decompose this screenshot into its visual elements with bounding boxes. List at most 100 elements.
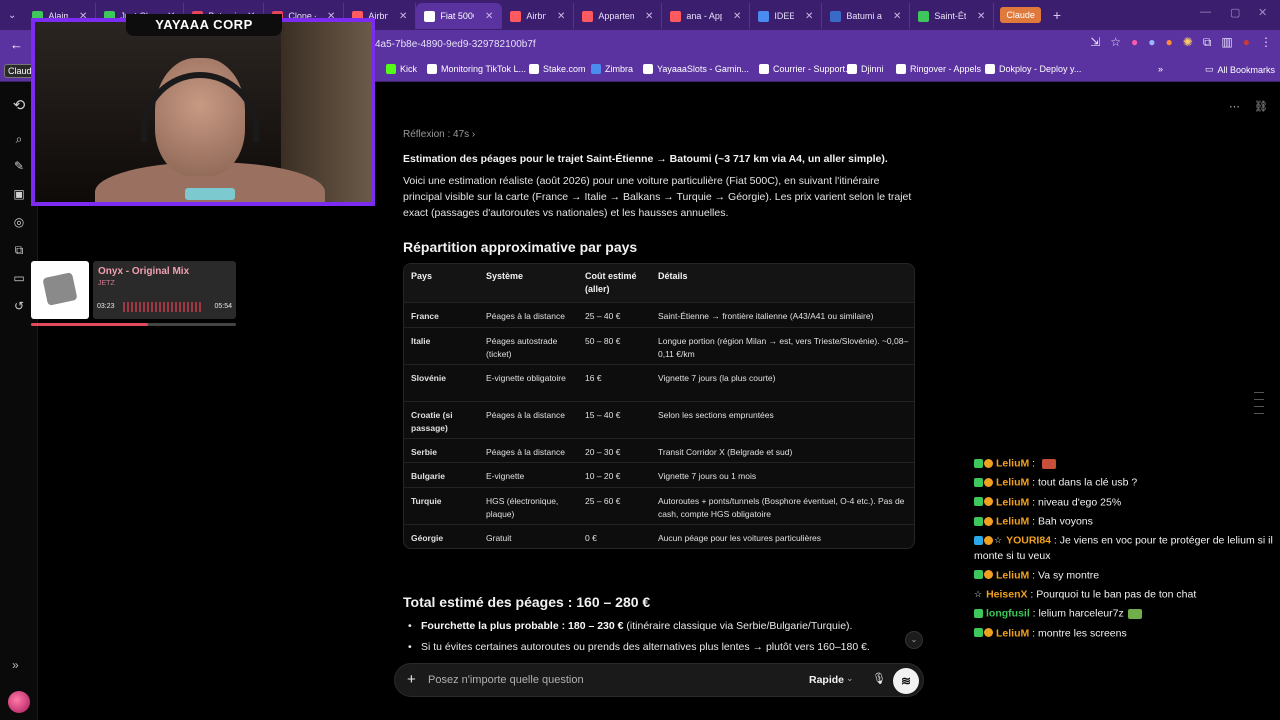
new-chat-icon[interactable]: ✎ [11,159,27,173]
bookmark-item[interactable]: Ringover - Appels [896,64,981,74]
chat-username[interactable]: HeisenX [986,588,1027,600]
chat-username[interactable]: longfusil [986,608,1030,620]
green-badge-icon [974,497,983,507]
minimize-icon[interactable]: — [1200,6,1211,18]
profile-avatar[interactable]: ● [1243,35,1250,50]
install-app-icon[interactable]: ⇲ [1090,35,1100,50]
image-icon[interactable]: ▣ [11,187,27,201]
tab-close-icon[interactable]: ✕ [893,11,901,22]
browser-tab[interactable]: Batumi attr ✕ [822,3,911,29]
table-cell: Aucun péage pour les voitures particuliè… [658,533,822,543]
user-avatar[interactable] [8,691,30,713]
prompt-placeholder[interactable]: Posez n'importe quelle question [428,674,584,686]
gold-badge-icon [984,478,993,487]
scroll-down-button[interactable]: ⌄ [905,631,923,649]
chat-username[interactable]: LeliuM [996,569,1029,581]
maximize-icon[interactable]: ▢ [1230,6,1240,19]
search-icon[interactable]: ⌕ [11,132,27,147]
bookmark-item[interactable]: Djinni [847,64,884,74]
table-row: France Péages à la distance 25 – 40 € Saint… [404,302,914,327]
bookmarks-overflow-icon[interactable]: » [1158,64,1163,74]
chat-username[interactable]: LeliuM [996,515,1029,527]
back-arrow-icon[interactable]: ← [10,37,23,52]
voice-mode-button[interactable]: ≋ [893,668,919,694]
all-bookmarks-label: All Bookmarks [1217,64,1276,75]
voice-icon[interactable]: ◎ [11,215,27,229]
expand-sidebar-icon[interactable]: » [12,658,19,672]
tab-close-icon[interactable]: ✕ [399,11,407,22]
chat-message: ☆ HeisenX : Pourquoi tu le ban pas de ton… [974,587,1274,602]
browser-tab[interactable]: Fiat 500C fi ✕ [416,3,503,29]
prompt-input-bar[interactable]: + Posez n'importe quelle question Rapide… [394,663,924,697]
tab-close-icon[interactable]: ✕ [977,11,985,22]
album-cover [31,261,89,319]
bookmark-star-icon[interactable]: ☆ [1110,35,1121,50]
tab-close-icon[interactable]: ✕ [733,11,741,22]
bookmark-item[interactable]: Kick [386,64,417,74]
bookmark-label: Djinni [861,64,884,74]
track-title: Onyx - Original Mix [98,266,190,277]
chat-separator: : [1029,568,1039,581]
table-cell: Transit Corridor X (Belgrade et sud) [658,447,793,457]
tab-list-icon[interactable]: ⌄ [0,10,24,21]
extensions-puzzle-icon[interactable]: ⧉ [1203,35,1212,50]
bookmark-item[interactable]: Zimbra [591,64,633,74]
menu-kebab-icon[interactable]: ⋮ [1260,35,1272,50]
bookmark-item[interactable]: Stake.com [529,64,586,74]
table-cell: E-vignette obligatoire [486,373,566,383]
bookmark-label: Stake.com [543,64,586,74]
more-options-icon[interactable]: ⋯ [1229,100,1240,113]
history-icon[interactable]: ↺ [11,299,27,313]
projects-icon[interactable]: ⧉ [11,243,27,258]
track-panel: Onyx - Original Mix JETZ 03:23 05:54 [93,261,236,319]
tab-close-icon[interactable]: ✕ [557,11,565,22]
chevron-down-icon[interactable]: ⌄ [846,673,854,684]
extension-icon[interactable]: ✺ [1183,35,1193,50]
share-link-icon[interactable]: ⛓ [1254,100,1268,113]
chat-scroll-marker [1254,413,1264,414]
url-text[interactable]: 4a5-7b8e-4890-9ed9-329782100b7f [375,39,536,50]
bookmark-item[interactable]: YayaaaSlots - Gamin... [643,64,749,74]
chat-badges [974,568,994,583]
sidebar-icon[interactable]: ▥ [1221,35,1232,50]
chat-username[interactable]: LeliuM [996,496,1029,508]
tab-close-icon[interactable]: ✕ [805,11,813,22]
tab-label: ana - Appa [686,11,722,21]
bookmark-item[interactable]: Courrier - Support... [759,64,853,74]
chat-username[interactable]: LeliuM [996,457,1029,469]
bookmark-favicon-icon [643,64,653,74]
extension-icon[interactable]: ● [1131,35,1138,50]
total-heading: Total estimé des péages : 160 – 280 € [403,594,651,610]
folder-icon[interactable]: ▭ [11,271,27,285]
attach-plus-icon[interactable]: + [407,671,416,688]
tab-close-icon[interactable]: ✕ [485,11,493,22]
bookmark-item[interactable]: Monitoring TikTok L... [427,64,526,74]
close-window-icon[interactable]: ✕ [1258,6,1267,19]
star-badge-icon: ☆ [974,588,983,599]
microphone-icon[interactable]: 🎙︎ [872,672,886,685]
chat-username[interactable]: LeliuM [996,477,1029,489]
bookmark-item[interactable]: Dokploy - Deploy y... [985,64,1081,74]
tab-close-icon[interactable]: ✕ [645,11,653,22]
chat-badges [974,606,984,621]
folder-icon: ▭ [1205,64,1214,74]
tab-group-claude[interactable]: Claude [1000,7,1041,23]
browser-tab[interactable]: Airbnb | Ba ✕ [502,3,575,29]
browser-tab[interactable]: Saint-Étienn ✕ [910,3,995,29]
table-row: Bulgarie E-vignette 10 – 20 € Vignette 7 jo… [404,462,914,487]
browser-tab[interactable]: ana - Appa ✕ [662,3,751,29]
chat-separator: : [1029,457,1039,470]
chat-username[interactable]: YOURI84 [1006,535,1051,547]
extension-icon[interactable]: ● [1148,35,1155,50]
browser-tab[interactable]: Appartem ✕ [574,3,663,29]
mode-selector[interactable]: Rapide [809,674,844,686]
table-header-cell: Détails [658,271,688,281]
chat-username[interactable]: LeliuM [996,627,1029,639]
browser-tab[interactable]: IDEES POUI ✕ [750,3,823,29]
reasoning-toggle[interactable]: Réflexion : 47s › [403,129,475,140]
app-logo-icon[interactable]: ⟲ [11,96,27,114]
extension-icon[interactable]: ● [1166,35,1173,50]
bullet-text: (itinéraire classique via Serbie/Bulgari… [623,620,853,632]
all-bookmarks[interactable]: ▭ All Bookmarks [1205,64,1275,75]
new-tab-button[interactable]: + [1053,7,1061,23]
